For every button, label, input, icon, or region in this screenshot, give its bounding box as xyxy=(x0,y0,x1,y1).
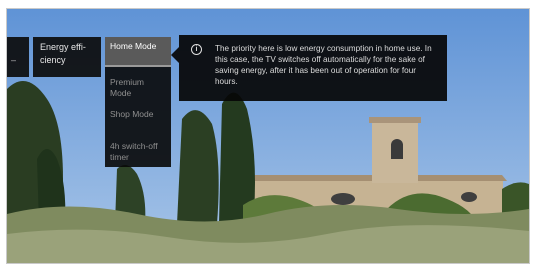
tv-screen: – Energy effi-ciency Home Mode Premium M… xyxy=(6,8,530,264)
info-icon: i xyxy=(191,44,202,55)
info-text: The priority here is low energy consumpt… xyxy=(215,44,432,86)
menu-item-4h-switch-off-timer[interactable]: 4h switch-off timer xyxy=(105,141,171,163)
menu-item-shop-mode[interactable]: Shop Mode xyxy=(105,109,171,120)
menu-collapsed-indicator: – xyxy=(11,55,17,65)
energy-mode-menu: Home Mode Premium Mode Shop Mode 4h swit… xyxy=(105,37,171,167)
menu-item-premium-mode[interactable]: Premium Mode xyxy=(105,77,171,99)
breadcrumb-label: Energy effi-ciency xyxy=(40,42,86,65)
menu-item-home-mode[interactable]: Home Mode xyxy=(105,37,171,67)
breadcrumb-energy-efficiency[interactable]: Energy effi-ciency xyxy=(33,37,101,77)
info-panel: i The priority here is low energy consum… xyxy=(179,35,447,101)
info-pointer xyxy=(171,47,179,63)
previous-menu-stub[interactable]: – xyxy=(7,37,29,77)
